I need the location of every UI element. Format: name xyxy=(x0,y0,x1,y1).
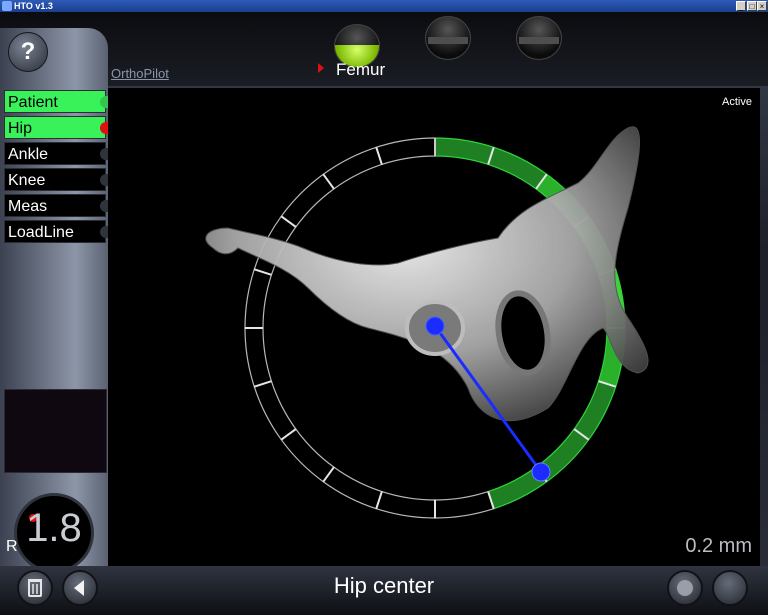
menu-item-label: Hip xyxy=(8,120,33,137)
status-dot-icon xyxy=(100,226,108,238)
menu-item-label: Patient xyxy=(8,94,58,111)
record-icon xyxy=(677,580,693,596)
ring-tick xyxy=(375,491,383,510)
ring-tick xyxy=(322,173,335,190)
ring-segment xyxy=(573,380,617,441)
ring-segment xyxy=(244,268,273,329)
ring-segment xyxy=(487,146,548,190)
menu-item-label: Ankle xyxy=(8,146,49,163)
menu-item-label: LoadLine xyxy=(8,224,74,241)
menu-item-patient[interactable]: Patient xyxy=(4,90,108,113)
window-title: HTO v1.3 xyxy=(14,1,53,11)
hip-visual xyxy=(205,126,649,519)
record-button[interactable] xyxy=(667,570,703,606)
navigation-viewport[interactable]: Active 0.2 mm xyxy=(108,88,760,568)
pointer-tip-marker xyxy=(531,462,551,482)
status-dot-icon xyxy=(100,174,108,186)
ring-tick xyxy=(322,466,335,483)
current-step-label: Femur xyxy=(336,60,386,79)
dial-value: 1.8 xyxy=(26,506,82,550)
ring-tick xyxy=(280,215,297,228)
measurement-readout: 0.2 mm xyxy=(685,535,752,557)
side-menu: Patient Hip Ankle Knee Meas LoadLine xyxy=(4,90,108,246)
help-button[interactable]: ? xyxy=(8,32,48,72)
ring-segment xyxy=(280,428,335,483)
ring-segment xyxy=(434,137,495,166)
app-icon xyxy=(2,1,12,11)
menu-item-meas[interactable]: Meas xyxy=(4,194,108,217)
hip-center-marker xyxy=(425,316,445,336)
ring-segment xyxy=(434,490,495,519)
menu-item-ankle[interactable]: Ankle xyxy=(4,142,108,165)
ring-segment xyxy=(280,173,335,228)
status-dot-icon xyxy=(100,122,108,134)
ring-tick xyxy=(253,268,272,276)
forward-button[interactable] xyxy=(712,570,748,606)
side-label: R xyxy=(6,538,18,555)
brand-link[interactable]: OrthoPilot xyxy=(111,66,169,81)
close-button[interactable]: × xyxy=(757,1,767,11)
maximize-button[interactable]: □ xyxy=(747,1,757,11)
status-dot-icon xyxy=(100,96,108,108)
ring-tick xyxy=(375,146,383,165)
ring-segment xyxy=(322,146,383,190)
ring-segment xyxy=(375,137,436,166)
ring-tick xyxy=(253,380,272,388)
menu-item-label: Knee xyxy=(8,172,46,189)
status-dot-icon xyxy=(100,148,108,160)
current-step: Femur xyxy=(318,60,385,80)
ring-tick xyxy=(280,428,297,441)
menu-item-loadline[interactable]: LoadLine xyxy=(4,220,108,243)
menu-item-knee[interactable]: Knee xyxy=(4,168,108,191)
current-step-arrow-icon xyxy=(318,63,324,73)
value-dial: 1.8 xyxy=(14,493,94,573)
status-dot-icon xyxy=(100,200,108,212)
preview-box xyxy=(4,389,107,473)
ring-segment xyxy=(244,327,273,388)
step-led-2 xyxy=(425,16,471,60)
ring-segment xyxy=(253,380,297,441)
ring-segment xyxy=(375,490,436,519)
ring-segment xyxy=(322,466,383,510)
menu-item-label: Meas xyxy=(8,198,48,215)
minimize-button[interactable]: _ xyxy=(736,1,746,11)
status-text: Hip center xyxy=(333,573,435,598)
menu-item-hip[interactable]: Hip xyxy=(4,116,108,139)
step-led-3 xyxy=(516,16,562,60)
window-titlebar: HTO v1.3 _ □ × xyxy=(0,0,768,12)
